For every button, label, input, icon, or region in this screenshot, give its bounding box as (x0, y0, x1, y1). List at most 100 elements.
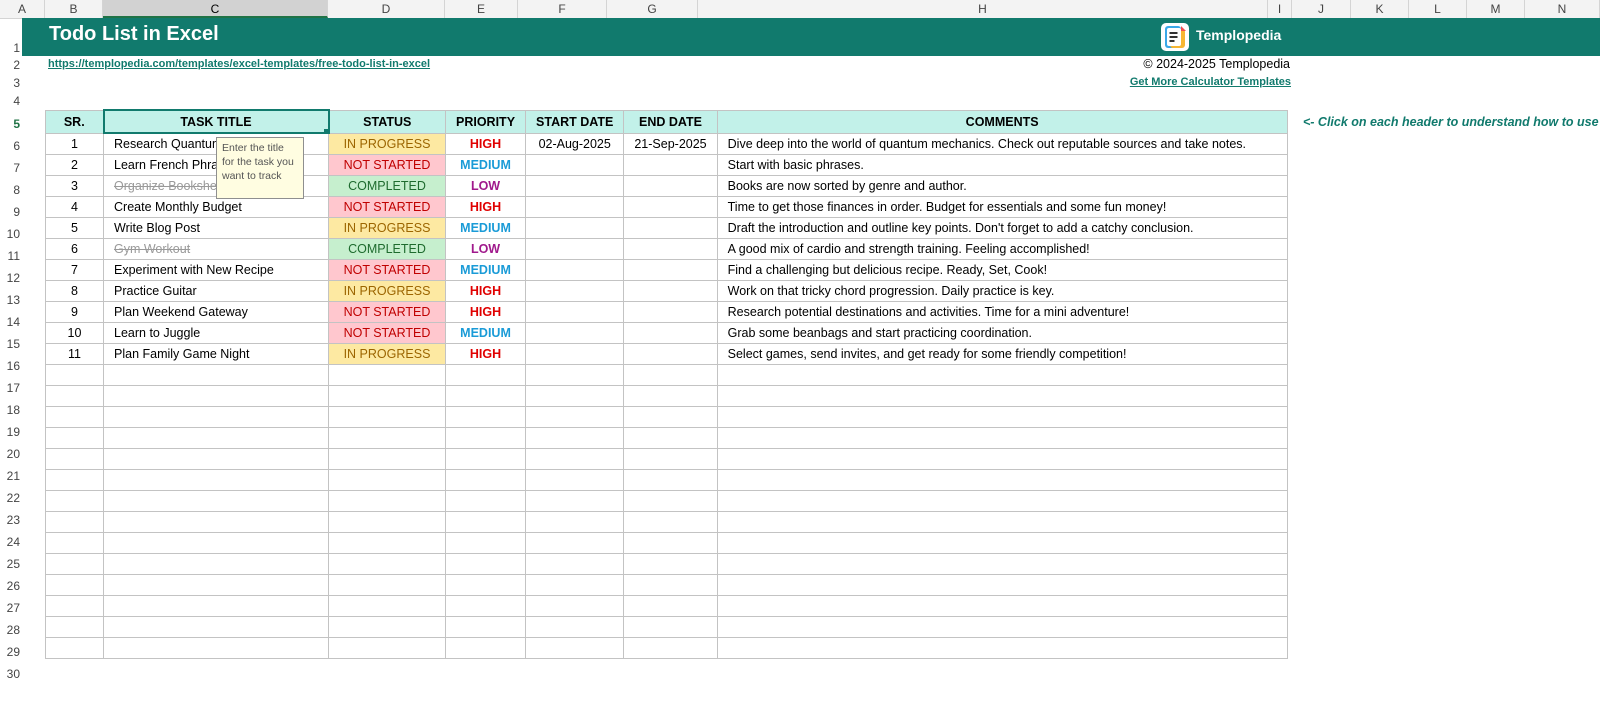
task-status-cell[interactable]: IN PROGRESS (328, 279, 446, 302)
empty-cell[interactable] (45, 573, 104, 596)
empty-cell[interactable] (716, 426, 1288, 449)
task-status-cell[interactable]: NOT STARTED (328, 321, 446, 344)
header-priority[interactable]: PRIORITY (444, 109, 527, 134)
task-title-cell[interactable]: Write Blog Post (103, 216, 329, 239)
empty-cell[interactable] (444, 489, 527, 512)
row-header-cell[interactable]: 26 (0, 579, 22, 593)
task-comments-cell[interactable]: Research potential destinations and acti… (716, 300, 1288, 323)
task-start-date-cell[interactable] (525, 258, 625, 281)
header-end-date[interactable]: END DATE (623, 109, 718, 134)
empty-cell[interactable] (45, 531, 104, 554)
empty-cell[interactable] (623, 363, 718, 386)
task-comments-cell[interactable]: Work on that tricky chord progression. D… (716, 279, 1288, 302)
row-header-cell[interactable]: 25 (0, 557, 22, 571)
empty-cell[interactable] (623, 573, 718, 596)
empty-cell[interactable] (716, 552, 1288, 575)
empty-cell[interactable] (525, 615, 625, 638)
task-priority-cell[interactable]: HIGH (444, 342, 527, 365)
task-end-date-cell[interactable] (623, 279, 718, 302)
empty-cell[interactable] (444, 615, 527, 638)
empty-cell[interactable] (444, 468, 527, 491)
row-header-cell[interactable]: 24 (0, 535, 22, 549)
task-end-date-cell[interactable] (623, 300, 718, 323)
empty-cell[interactable] (623, 447, 718, 470)
empty-cell[interactable] (328, 426, 446, 449)
empty-cell[interactable] (444, 510, 527, 533)
empty-cell[interactable] (716, 447, 1288, 470)
task-status-cell[interactable]: IN PROGRESS (328, 132, 446, 155)
row-header-cell[interactable]: 22 (0, 491, 22, 505)
task-sr-cell[interactable]: 10 (45, 321, 104, 344)
empty-cell[interactable] (103, 405, 329, 428)
row-header-cell[interactable]: 16 (0, 359, 22, 373)
row-header-cell[interactable]: 21 (0, 469, 22, 483)
empty-cell[interactable] (716, 405, 1288, 428)
row-header-cell[interactable]: 17 (0, 381, 22, 395)
task-start-date-cell[interactable] (525, 321, 625, 344)
row-header-cell[interactable]: 18 (0, 403, 22, 417)
empty-cell[interactable] (45, 510, 104, 533)
empty-cell[interactable] (716, 615, 1288, 638)
task-priority-cell[interactable]: MEDIUM (444, 153, 527, 176)
empty-cell[interactable] (716, 531, 1288, 554)
task-title-cell[interactable]: Learn to Juggle (103, 321, 329, 344)
empty-cell[interactable] (103, 510, 329, 533)
empty-cell[interactable] (45, 489, 104, 512)
empty-cell[interactable] (525, 447, 625, 470)
task-status-cell[interactable]: NOT STARTED (328, 153, 446, 176)
column-header-cell[interactable]: I (1268, 0, 1292, 18)
empty-cell[interactable] (623, 384, 718, 407)
row-header-cell[interactable]: 8 (0, 183, 22, 197)
task-status-cell[interactable]: NOT STARTED (328, 195, 446, 218)
empty-cell[interactable] (716, 636, 1288, 659)
row-header-cell[interactable]: 19 (0, 425, 22, 439)
empty-cell[interactable] (45, 405, 104, 428)
empty-cell[interactable] (716, 489, 1288, 512)
task-title-cell[interactable]: Practice Guitar (103, 279, 329, 302)
task-status-cell[interactable]: IN PROGRESS (328, 216, 446, 239)
row-header-cell[interactable]: 27 (0, 601, 22, 615)
empty-cell[interactable] (525, 363, 625, 386)
task-status-cell[interactable]: COMPLETED (328, 174, 446, 197)
empty-cell[interactable] (525, 405, 625, 428)
empty-cell[interactable] (103, 363, 329, 386)
task-sr-cell[interactable]: 4 (45, 195, 104, 218)
empty-cell[interactable] (716, 573, 1288, 596)
task-status-cell[interactable]: NOT STARTED (328, 300, 446, 323)
task-end-date-cell[interactable] (623, 342, 718, 365)
task-start-date-cell[interactable] (525, 153, 625, 176)
task-status-cell[interactable]: NOT STARTED (328, 258, 446, 281)
empty-cell[interactable] (45, 636, 104, 659)
row-header-cell[interactable]: 14 (0, 315, 22, 329)
task-sr-cell[interactable]: 5 (45, 216, 104, 239)
column-header-cell[interactable]: B (45, 0, 103, 18)
empty-cell[interactable] (103, 384, 329, 407)
column-header-cell[interactable]: N (1525, 0, 1600, 18)
task-priority-cell[interactable]: MEDIUM (444, 321, 527, 344)
empty-cell[interactable] (444, 426, 527, 449)
empty-cell[interactable] (623, 468, 718, 491)
column-header-cell[interactable]: E (445, 0, 518, 18)
empty-cell[interactable] (444, 363, 527, 386)
empty-cell[interactable] (103, 615, 329, 638)
task-start-date-cell[interactable] (525, 237, 625, 260)
empty-cell[interactable] (623, 636, 718, 659)
row-header-cell[interactable]: 29 (0, 645, 22, 659)
empty-cell[interactable] (103, 573, 329, 596)
task-comments-cell[interactable]: Dive deep into the world of quantum mech… (716, 132, 1288, 155)
row-header-cell[interactable]: 30 (0, 667, 22, 681)
empty-cell[interactable] (444, 531, 527, 554)
empty-cell[interactable] (623, 489, 718, 512)
task-priority-cell[interactable]: MEDIUM (444, 216, 527, 239)
column-header-cell[interactable]: M (1467, 0, 1525, 18)
header-task-title[interactable]: TASK TITLE (102, 109, 330, 134)
empty-cell[interactable] (444, 594, 527, 617)
row-header-cell[interactable]: 13 (0, 293, 22, 307)
header-status[interactable]: STATUS (328, 109, 446, 134)
empty-cell[interactable] (444, 447, 527, 470)
column-header-cell[interactable]: F (518, 0, 607, 18)
task-comments-cell[interactable]: Find a challenging but delicious recipe.… (716, 258, 1288, 281)
header-start-date[interactable]: START DATE (525, 109, 625, 134)
task-end-date-cell[interactable] (623, 321, 718, 344)
row-header-cell[interactable]: 10 (0, 227, 22, 241)
